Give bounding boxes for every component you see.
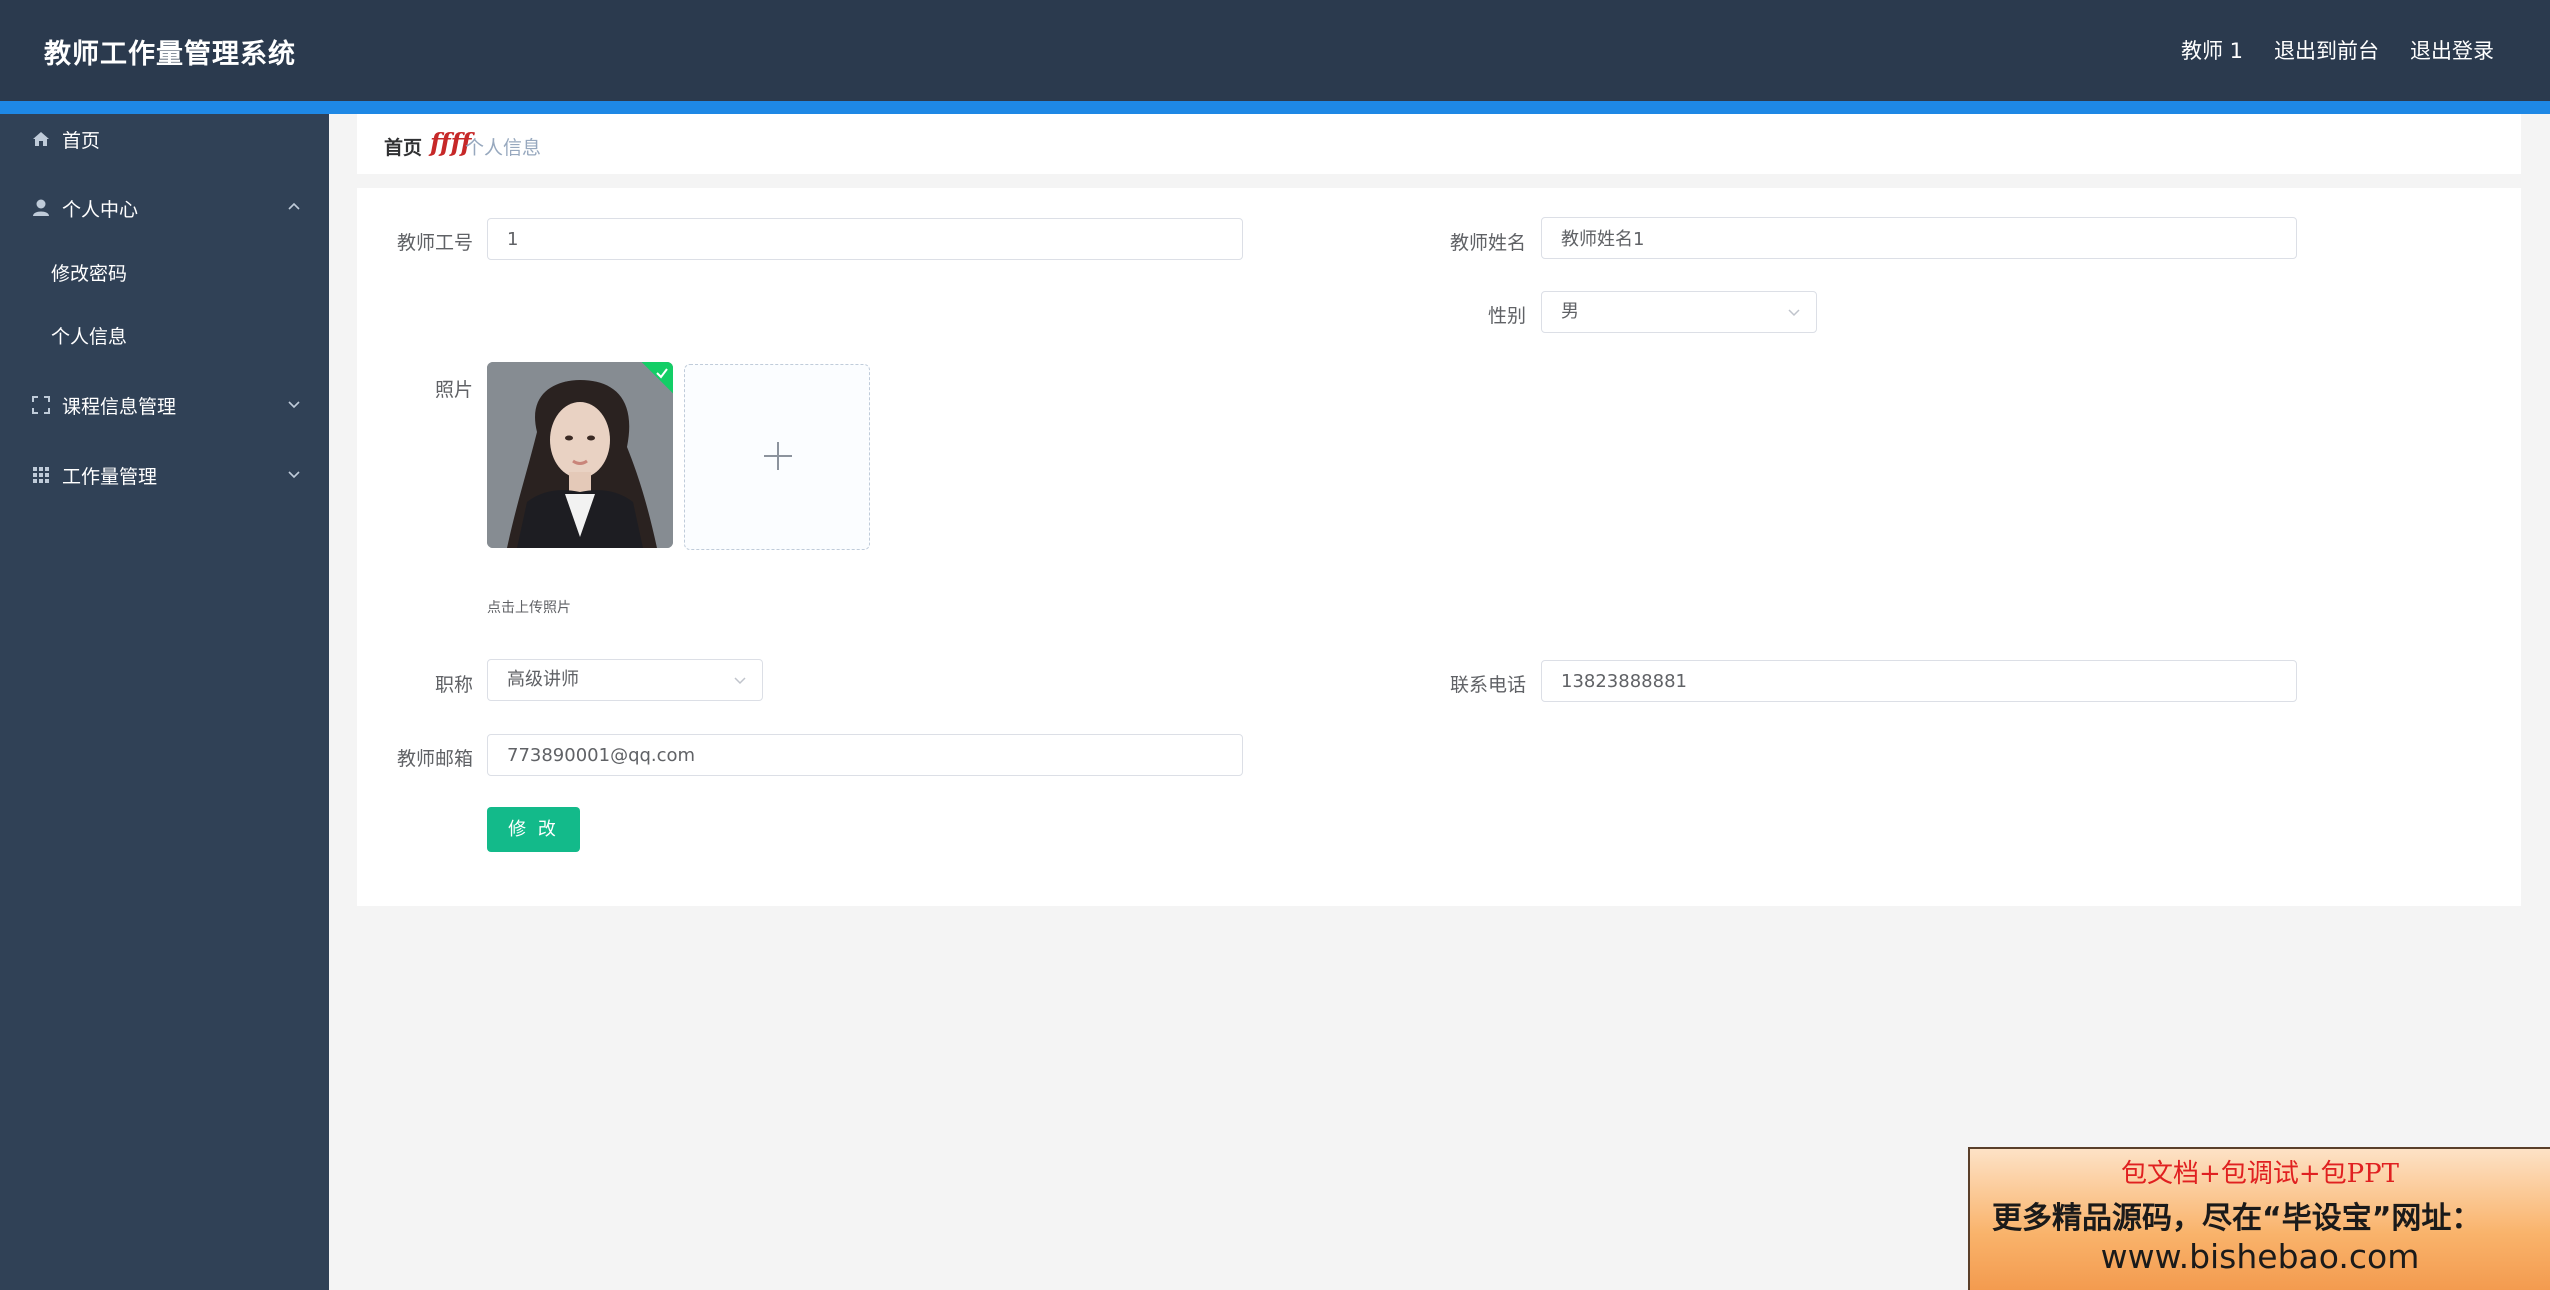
chevron-down-icon — [288, 401, 300, 409]
user-icon — [31, 198, 51, 218]
photo-upload-button[interactable] — [684, 364, 870, 550]
teacher-name-label: 教师姓名 — [1449, 232, 1526, 254]
sidebar-item-label: 工作量管理 — [62, 465, 158, 488]
breadcrumb-home[interactable]: 首页 — [384, 133, 422, 160]
sidebar-item-workload-management[interactable]: 工作量管理 — [0, 450, 329, 500]
email-label: 教师邮箱 — [396, 748, 473, 770]
phone-label: 联系电话 — [1449, 674, 1526, 696]
sidebar-subitem-label: 修改密码 — [51, 262, 128, 285]
breadcrumb-current: 个人信息 — [465, 137, 542, 159]
gender-selected-value: 男 — [1561, 301, 1579, 322]
chevron-down-icon — [1788, 309, 1800, 317]
plus-icon — [764, 442, 792, 470]
photo-upload-hint: 点击上传照片 — [487, 600, 571, 616]
exit-to-frontend-link[interactable]: 退出到前台 — [2274, 35, 2379, 65]
header-links: 教师 1 退出到前台 退出登录 — [2181, 35, 2494, 65]
teacher-id-input[interactable] — [487, 218, 1243, 260]
check-icon — [656, 368, 668, 379]
sidebar-subitem-label: 个人信息 — [51, 325, 128, 348]
chevron-down-icon — [288, 471, 300, 479]
chevron-down-icon — [734, 677, 746, 685]
teacher-name-input[interactable] — [1541, 217, 2297, 259]
top-header: 教师工作量管理系统 教师 1 退出到前台 退出登录 — [0, 0, 2550, 101]
ad-line-2: 更多精品源码，尽在“毕设宝”网址： — [1992, 1201, 2482, 1236]
ad-banner[interactable]: 包文档+包调试+包PPT 更多精品源码，尽在“毕设宝”网址： www.bishe… — [1968, 1147, 2550, 1290]
photo-label: 照片 — [434, 379, 473, 401]
job-title-select[interactable]: 高级讲师 — [487, 659, 763, 701]
sidebar-item-home[interactable]: 首页 — [0, 114, 329, 164]
sidebar-item-course-management[interactable]: 课程信息管理 — [0, 380, 329, 430]
teacher-id-label: 教师工号 — [396, 232, 473, 254]
gender-label: 性别 — [1487, 305, 1526, 327]
logout-link[interactable]: 退出登录 — [2410, 35, 2494, 65]
email-input[interactable] — [487, 734, 1243, 776]
sidebar-item-change-password[interactable]: 修改密码 — [0, 249, 329, 295]
breadcrumb: 首页 ffff 个人信息 — [357, 114, 2521, 174]
job-title-selected-value: 高级讲师 — [507, 669, 579, 690]
current-user-label[interactable]: 教师 1 — [2181, 35, 2243, 65]
personal-info-form — [357, 188, 2521, 906]
fullscreen-icon — [31, 395, 51, 415]
sidebar-item-personal-center[interactable]: 个人中心 — [0, 183, 329, 233]
sidebar-item-label: 首页 — [62, 129, 101, 152]
sidebar: 首页 个人中心 修改密码 个人信息 课程信息管理 工作量管理 — [0, 114, 329, 1290]
portrait-image — [487, 362, 673, 548]
chevron-up-icon — [288, 202, 300, 210]
ad-line-1: 包文档+包调试+包PPT — [2121, 1159, 2399, 1189]
home-icon — [31, 129, 51, 149]
sidebar-item-label: 个人中心 — [62, 198, 139, 221]
phone-input[interactable] — [1541, 660, 2297, 702]
update-button[interactable]: 修 改 — [487, 807, 580, 852]
gender-select[interactable]: 男 — [1541, 291, 1817, 333]
ad-url: www.bishebao.com — [2100, 1237, 2420, 1276]
teacher-photo[interactable] — [487, 362, 673, 548]
grid-icon — [31, 465, 51, 485]
header-accent-bar — [0, 101, 2550, 114]
app-title: 教师工作量管理系统 — [44, 39, 296, 70]
job-title-label: 职称 — [434, 674, 473, 696]
sidebar-item-label: 课程信息管理 — [62, 395, 177, 418]
sidebar-item-personal-info[interactable]: 个人信息 — [0, 312, 329, 358]
